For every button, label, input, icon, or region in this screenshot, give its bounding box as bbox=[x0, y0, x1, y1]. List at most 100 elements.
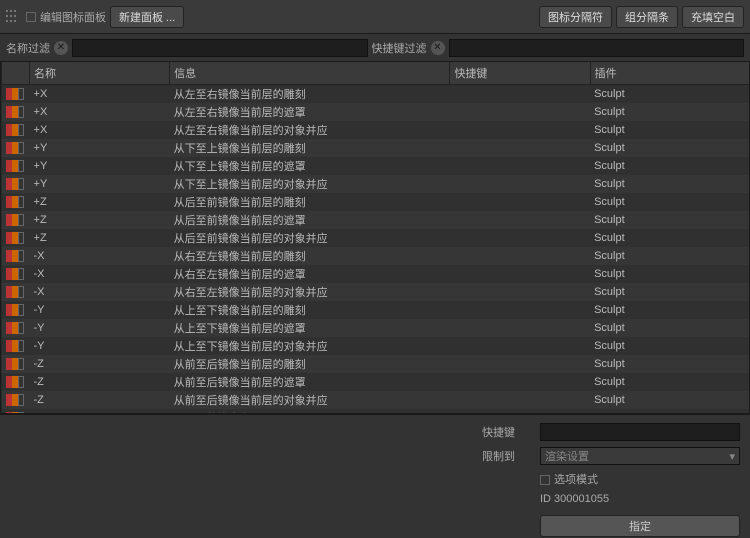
col-info-header[interactable]: 信息 bbox=[170, 62, 450, 85]
row-info: 从后至前镜像当前层的遮罩 bbox=[170, 211, 450, 229]
key-filter-input[interactable] bbox=[449, 39, 745, 57]
col-name-header[interactable]: 名称 bbox=[30, 62, 170, 85]
toolbar: 编辑图标面板 新建面板 ... 图标分隔符 组分隔条 充填空白 bbox=[0, 0, 750, 34]
fill-space-button[interactable]: 充填空白 bbox=[682, 6, 744, 28]
detail-restrict-select[interactable]: 渲染设置▾ bbox=[540, 447, 740, 465]
row-info: 从下至上镜像当前层的遮罩 bbox=[170, 157, 450, 175]
row-name: -Y bbox=[30, 301, 170, 319]
row-name: -X bbox=[30, 265, 170, 283]
row-key bbox=[450, 229, 590, 247]
row-plugin: Sculpt bbox=[590, 283, 750, 301]
group-separator-button[interactable]: 组分隔条 bbox=[616, 6, 678, 28]
table-row[interactable]: +Y从下至上镜像当前层的对象并应Sculpt命令 bbox=[2, 175, 750, 193]
row-icons bbox=[6, 322, 26, 334]
row-plugin: Sculpt bbox=[590, 211, 750, 229]
option-mode-checkbox[interactable] bbox=[540, 475, 550, 485]
assign-button[interactable]: 指定 bbox=[540, 515, 740, 537]
table-row[interactable]: -Y从上至下镜像当前层的遮罩Sculpt命令 bbox=[2, 319, 750, 337]
row-plugin: Sculpt bbox=[590, 301, 750, 319]
row-name: +X bbox=[30, 121, 170, 139]
row-key bbox=[450, 265, 590, 283]
row-name: +X bbox=[30, 85, 170, 104]
table-row[interactable]: +X从左至右镜像当前层的雕刻Sculpt命令 bbox=[2, 85, 750, 104]
table-row[interactable]: -X从右至左镜像当前层的遮罩Sculpt命令 bbox=[2, 265, 750, 283]
clear-key-filter-icon[interactable]: ✕ bbox=[431, 41, 445, 55]
table-row[interactable]: +Z从后至前镜像当前层的对象并应Sculpt命令 bbox=[2, 229, 750, 247]
row-info: 从下至上镜像当前层的对象并应 bbox=[170, 175, 450, 193]
table-row[interactable]: +Y从下至上镜像当前层的遮罩Sculpt命令 bbox=[2, 157, 750, 175]
row-plugin: Sculpt bbox=[590, 175, 750, 193]
chevron-down-icon: ▾ bbox=[729, 450, 735, 463]
row-icons bbox=[6, 106, 26, 118]
row-icons bbox=[6, 304, 26, 316]
row-info: 从前至后镜像当前层的对象并应 bbox=[170, 391, 450, 409]
table-row[interactable]: -X从右至左镜像当前层的雕刻Sculpt命令 bbox=[2, 247, 750, 265]
row-name: +Z bbox=[30, 229, 170, 247]
row-key bbox=[450, 103, 590, 121]
row-key bbox=[450, 121, 590, 139]
row-key bbox=[450, 193, 590, 211]
row-icons bbox=[6, 232, 26, 244]
row-name: -Z bbox=[30, 373, 170, 391]
edit-panel-checkbox[interactable] bbox=[26, 12, 36, 22]
row-info: 从左至右镜像当前层的雕刻 bbox=[170, 85, 450, 104]
row-name: +Y bbox=[30, 175, 170, 193]
row-icons bbox=[6, 286, 26, 298]
row-plugin: Sculpt bbox=[590, 373, 750, 391]
row-name: +Y bbox=[30, 157, 170, 175]
detail-option-mode[interactable]: 选项模式 bbox=[540, 471, 740, 487]
clear-name-filter-icon[interactable]: ✕ bbox=[54, 41, 68, 55]
row-name: -Y bbox=[30, 337, 170, 355]
row-icons bbox=[6, 358, 26, 370]
table-row[interactable]: +Z从后至前镜像当前层的雕刻Sculpt命令 bbox=[2, 193, 750, 211]
row-icons bbox=[6, 268, 26, 280]
row-name: -X bbox=[30, 283, 170, 301]
table-row[interactable]: -Y从上至下镜像当前层的雕刻Sculpt命令 bbox=[2, 301, 750, 319]
row-icons bbox=[6, 124, 26, 136]
row-icons bbox=[6, 88, 26, 100]
row-name: +X bbox=[30, 103, 170, 121]
name-filter-input[interactable] bbox=[72, 39, 368, 57]
new-panel-button[interactable]: 新建面板 ... bbox=[110, 6, 184, 28]
row-key bbox=[450, 247, 590, 265]
row-key bbox=[450, 373, 590, 391]
row-name: +Z bbox=[30, 193, 170, 211]
detail-panel: 快捷键 限制到 渲染设置▾ 选项模式 ID 300001055 指定 bbox=[0, 414, 750, 538]
row-info: 从前至后镜像当前层的遮罩 bbox=[170, 373, 450, 391]
row-icons bbox=[6, 340, 26, 352]
col-plugin-header[interactable]: 插件 bbox=[590, 62, 750, 85]
table-row[interactable]: -Z从前至后镜像当前层的雕刻Sculpt命令 bbox=[2, 355, 750, 373]
table-row[interactable]: +Y从下至上镜像当前层的雕刻Sculpt命令 bbox=[2, 139, 750, 157]
row-plugin: Sculpt bbox=[590, 121, 750, 139]
table-row[interactable]: -X从右至左镜像当前层的对象并应Sculpt命令 bbox=[2, 283, 750, 301]
table-row[interactable]: +X从左至右镜像当前层的遮罩Sculpt命令 bbox=[2, 103, 750, 121]
row-key bbox=[450, 157, 590, 175]
row-info: 从下至上镜像当前层的雕刻 bbox=[170, 139, 450, 157]
row-plugin: Sculpt bbox=[590, 103, 750, 121]
row-key bbox=[450, 139, 590, 157]
row-name: -X bbox=[30, 247, 170, 265]
key-filter-label: 快捷键过滤 bbox=[372, 40, 427, 56]
row-info: 从右至左镜像当前层的遮罩 bbox=[170, 265, 450, 283]
table-row[interactable]: -Y从上至下镜像当前层的对象并应Sculpt命令 bbox=[2, 337, 750, 355]
table-row[interactable]: +Z从后至前镜像当前层的遮罩Sculpt命令 bbox=[2, 211, 750, 229]
table-row[interactable]: +X从左至右镜像当前层的对象并应Sculpt命令 bbox=[2, 121, 750, 139]
row-key bbox=[450, 211, 590, 229]
row-name: -Y bbox=[30, 319, 170, 337]
detail-key-input[interactable] bbox=[540, 423, 740, 441]
table-row[interactable]: -Z从前至后镜像当前层的遮罩Sculpt命令 bbox=[2, 373, 750, 391]
table-row[interactable]: -Z从前至后镜像当前层的对象并应Sculpt命令 bbox=[2, 391, 750, 409]
row-name: +Z bbox=[30, 211, 170, 229]
row-key bbox=[450, 301, 590, 319]
grip-icon[interactable] bbox=[6, 10, 20, 24]
col-icons-header[interactable] bbox=[2, 62, 30, 85]
table-header-row: 名称 信息 快捷键 插件 类型 bbox=[2, 62, 750, 85]
col-key-header[interactable]: 快捷键 bbox=[450, 62, 590, 85]
row-icons bbox=[6, 250, 26, 262]
command-table-scroll[interactable]: 名称 信息 快捷键 插件 类型 +X从左至右镜像当前层的雕刻Sculpt命令+X… bbox=[0, 62, 750, 414]
icon-separator-button[interactable]: 图标分隔符 bbox=[539, 6, 612, 28]
row-name: -Z bbox=[30, 355, 170, 373]
row-plugin: Sculpt bbox=[590, 337, 750, 355]
command-table: 名称 信息 快捷键 插件 类型 +X从左至右镜像当前层的雕刻Sculpt命令+X… bbox=[1, 62, 750, 414]
row-key bbox=[450, 175, 590, 193]
